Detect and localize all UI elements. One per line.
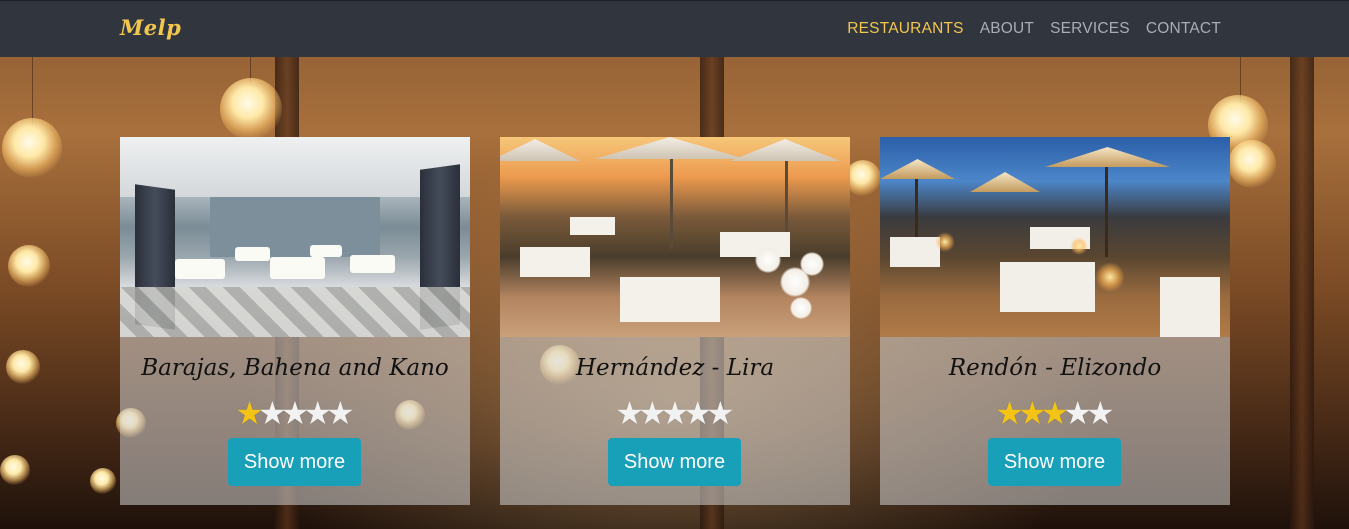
pendant-light: [2, 118, 62, 178]
pendant-light: [0, 455, 30, 485]
pendant-light: [1228, 140, 1276, 188]
rating-stars: ★★★★★: [120, 395, 470, 431]
nav-item-services[interactable]: SERVICES: [1050, 20, 1130, 38]
pendant-light: [6, 350, 40, 384]
banquet-hall-photo: [120, 137, 470, 337]
pendant-light: [220, 78, 282, 140]
pendant-light: [845, 160, 881, 196]
pendant-light: [8, 245, 50, 287]
restaurant-name: Barajas, Bahena and Kano: [141, 355, 449, 381]
restaurant-card: Rendón - Elizondo ★★★★★ Show more: [880, 137, 1230, 505]
page: Melp RESTAURANTS ABOUT SERVICES CONTACT …: [0, 0, 1349, 529]
show-more-button[interactable]: Show more: [608, 438, 741, 486]
star-empty-icon: ★: [706, 394, 735, 432]
wood-beam: [1290, 57, 1314, 529]
restaurant-name: Hernández - Lira: [575, 355, 775, 381]
restaurant-card: Hernández - Lira ★★★★★ Show more: [500, 137, 850, 505]
main-nav: RESTAURANTS ABOUT SERVICES CONTACT: [847, 20, 1221, 38]
top-navbar: Melp RESTAURANTS ABOUT SERVICES CONTACT: [0, 0, 1349, 57]
show-more-button[interactable]: Show more: [228, 438, 361, 486]
star-empty-icon: ★: [326, 394, 355, 432]
dusk-terrace-photo: [880, 137, 1230, 337]
nav-item-contact[interactable]: CONTACT: [1146, 20, 1221, 38]
brand-logo[interactable]: Melp: [120, 15, 181, 40]
sunset-terrace-photo: [500, 137, 850, 337]
pendant-light: [90, 468, 116, 494]
rating-stars: ★★★★★: [500, 395, 850, 431]
rating-stars: ★★★★★: [880, 395, 1230, 431]
nav-item-about[interactable]: ABOUT: [980, 20, 1034, 38]
restaurant-card: Barajas, Bahena and Kano ★★★★★ Show more: [120, 137, 470, 505]
nav-item-restaurants[interactable]: RESTAURANTS: [847, 20, 963, 38]
star-empty-icon: ★: [1086, 394, 1115, 432]
show-more-button[interactable]: Show more: [988, 438, 1121, 486]
restaurant-name: Rendón - Elizondo: [948, 355, 1162, 381]
